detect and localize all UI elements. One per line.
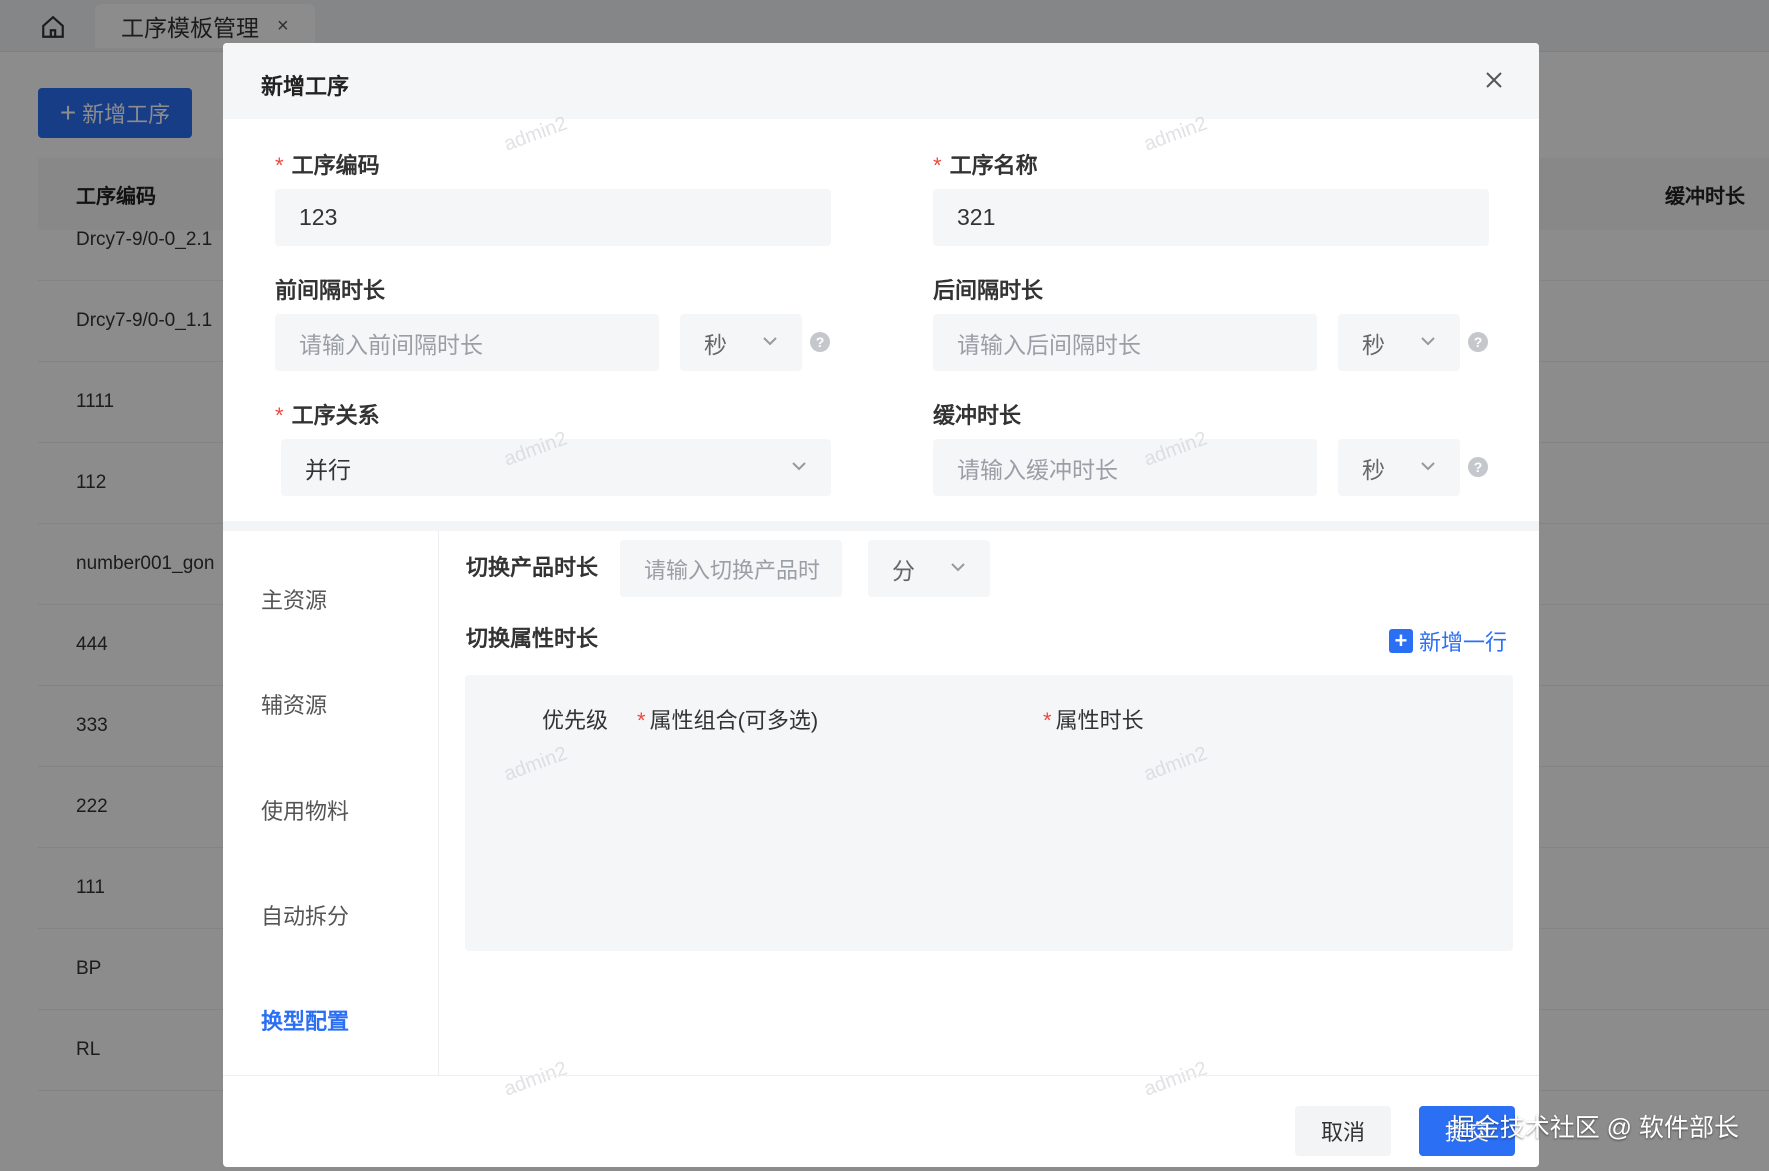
buffer-input[interactable]: 请输入缓冲时长 [933,439,1317,496]
dialog-title: 新增工序 [261,74,350,99]
config-side-nav: 主资源 辅资源 使用物料 自动拆分 换型配置 [223,531,439,1075]
product-switch-input[interactable]: 请输入切换产品时 [620,540,842,597]
watermark: admin2 [1141,112,1211,156]
buffer-unit-value: 秒 [1362,456,1385,483]
code-input[interactable]: 123 [275,189,831,246]
nav-item-changeover[interactable]: 换型配置 [261,1004,349,1036]
pre-interval-input[interactable]: 请输入前间隔时长 [275,314,659,371]
post-interval-input[interactable]: 请输入后间隔时长 [933,314,1317,371]
buffer-label: 缓冲时长 [933,403,1022,428]
nav-item-main-resource[interactable]: 主资源 [261,583,327,615]
chevron-down-icon [951,563,965,572]
add-row-label: 新增一行 [1418,630,1507,655]
chevron-down-icon [792,462,806,471]
help-icon[interactable]: ? [810,332,830,352]
name-input[interactable]: 321 [933,189,1489,246]
relation-label: * 工序关系 [275,403,380,428]
post-interval-label: 后间隔时长 [933,278,1044,303]
add-process-dialog: 新增工序 * 工序编码 123 * 工序名称 321 前间隔时长 请输入前间隔时长 … [223,43,1539,1167]
post-interval-unit-select[interactable]: 秒 [1338,314,1460,371]
help-icon[interactable]: ? [1468,457,1488,477]
watermark: admin2 [501,112,571,156]
close-icon[interactable] [1477,63,1511,97]
section-divider [223,521,1539,531]
chevron-down-icon [1421,337,1435,346]
source-credit-watermark: 掘金技术社区 @ 软件部长 [1449,1114,1739,1142]
required-mark: * [275,153,284,178]
product-switch-label: 切换产品时长 [466,555,599,580]
name-label: * 工序名称 [933,153,1038,178]
pre-interval-label: 前间隔时长 [275,278,386,303]
code-label: * 工序编码 [275,153,380,178]
column-header-attr-duration: * 属性时长 [1043,708,1144,733]
add-row-button[interactable]: + 新增一行 [1388,625,1507,657]
buffer-unit-select[interactable]: 秒 [1338,439,1460,496]
nav-item-material[interactable]: 使用物料 [261,794,349,826]
product-switch-unit-select[interactable]: 分 [868,540,990,597]
dialog-header: 新增工序 [223,43,1539,119]
required-mark: * [933,153,942,178]
post-interval-unit-value: 秒 [1362,331,1385,358]
product-switch-unit-value: 分 [892,557,915,584]
column-header-attr-combo: * 属性组合(可多选) [637,708,819,733]
nav-item-aux-resource[interactable]: 辅资源 [261,688,327,720]
relation-select-value: 并行 [305,456,351,483]
chevron-down-icon [763,337,777,346]
attr-switch-table: 优先级 * 属性组合(可多选) * 属性时长 [465,675,1513,951]
plus-square-icon: + [1388,629,1413,653]
chevron-down-icon [1421,462,1435,471]
dialog-footer: 取消 提交 [223,1075,1539,1167]
required-mark: * [275,403,284,428]
cancel-button[interactable]: 取消 [1295,1106,1391,1156]
nav-item-auto-split[interactable]: 自动拆分 [261,899,349,931]
attr-switch-label: 切换属性时长 [466,626,599,651]
pre-interval-unit-select[interactable]: 秒 [680,314,802,371]
pre-interval-unit-value: 秒 [704,331,727,358]
column-header-priority: 优先级 [542,708,609,733]
help-icon[interactable]: ? [1468,332,1488,352]
relation-select[interactable]: 并行 [281,439,831,496]
